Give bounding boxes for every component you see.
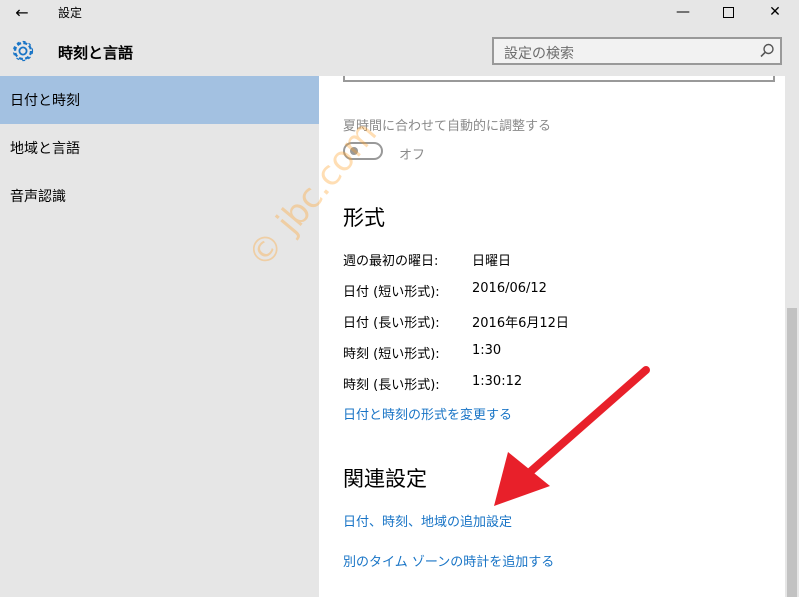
- page-header: 時刻と言語 設定の検索: [0, 26, 799, 76]
- format-value-long-date: 2016年6月12日: [472, 316, 569, 331]
- annotation-arrow-icon: [494, 366, 650, 506]
- format-label-short-time: 時刻 (短い形式):: [343, 347, 440, 362]
- search-input[interactable]: 設定の検索: [492, 37, 782, 65]
- related-settings-heading: 関連設定: [343, 467, 427, 491]
- format-value-short-date: 2016/06/12: [472, 281, 547, 296]
- window-title: 設定: [58, 6, 83, 20]
- search-placeholder: 設定の検索: [504, 46, 574, 62]
- sidebar-item-label: 音声認識: [10, 189, 66, 205]
- format-label-long-date: 日付 (長い形式):: [343, 316, 440, 331]
- format-heading: 形式: [343, 206, 385, 230]
- close-button[interactable]: ✕: [752, 0, 798, 26]
- sidebar-item-date-time[interactable]: 日付と時刻: [0, 76, 319, 124]
- sidebar: 日付と時刻 地域と言語 音声認識: [0, 76, 319, 597]
- format-label-short-date: 日付 (短い形式):: [343, 285, 440, 300]
- sidebar-item-label: 地域と言語: [10, 141, 80, 157]
- page-title: 時刻と言語: [58, 44, 134, 62]
- gear-icon: [12, 40, 34, 62]
- format-value-first-day: 日曜日: [472, 254, 512, 269]
- scrollbar[interactable]: [785, 76, 799, 597]
- minimize-button[interactable]: —: [660, 0, 706, 26]
- sidebar-item-region-language[interactable]: 地域と言語: [0, 124, 319, 172]
- maximize-icon: [723, 7, 734, 18]
- add-clock-link[interactable]: 別のタイム ゾーンの時計を追加する: [343, 551, 554, 570]
- format-value-short-time: 1:30: [472, 343, 502, 358]
- maximize-button[interactable]: [706, 0, 752, 26]
- format-label-first-day: 週の最初の曜日:: [343, 254, 439, 269]
- format-label-long-time: 時刻 (長い形式):: [343, 378, 440, 393]
- dst-toggle-state: オフ: [399, 148, 426, 163]
- back-arrow-icon[interactable]: ←: [8, 2, 36, 24]
- title-bar: ← 設定 — ✕: [0, 0, 799, 26]
- timezone-dropdown[interactable]: [343, 76, 775, 82]
- scrollbar-thumb[interactable]: [787, 308, 797, 597]
- search-icon[interactable]: [758, 42, 776, 60]
- sidebar-item-label: 日付と時刻: [10, 93, 80, 109]
